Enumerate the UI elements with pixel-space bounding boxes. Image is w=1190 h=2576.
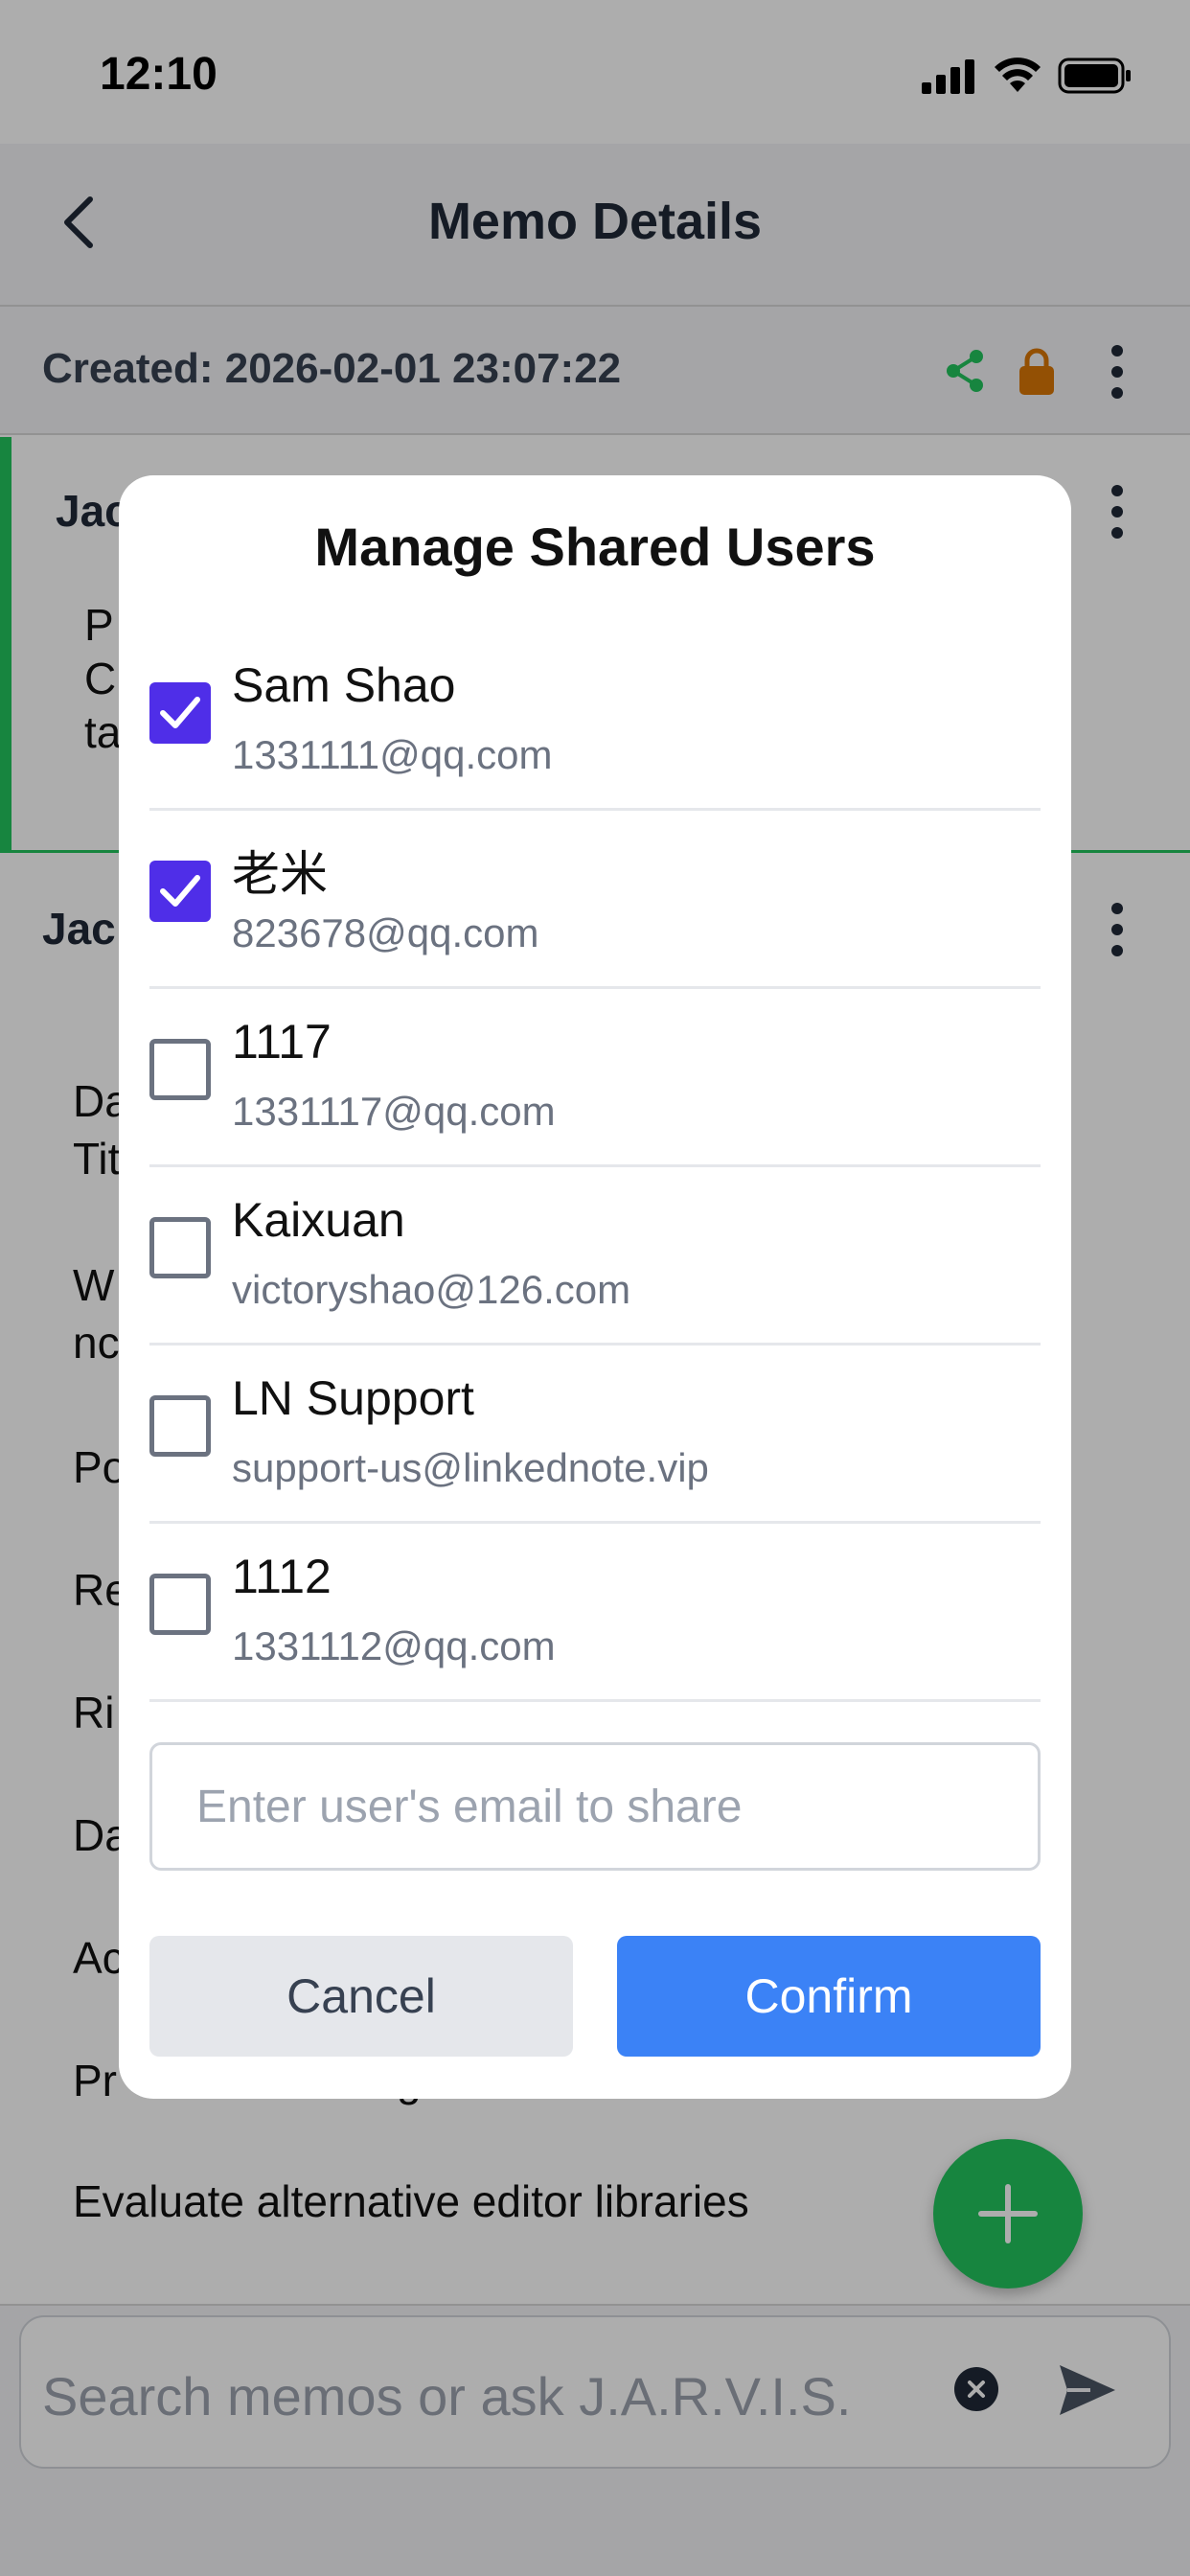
user-email: 1331117@qq.com bbox=[232, 1089, 556, 1134]
modal-title: Manage Shared Users bbox=[314, 517, 876, 577]
shared-user-row[interactable]: LN Support support-us@linkednote.vip bbox=[149, 1346, 1041, 1524]
user-name: 老米 bbox=[232, 847, 328, 901]
user-name: Kaixuan bbox=[232, 1193, 405, 1247]
user-checkbox-unchecked[interactable] bbox=[149, 1574, 211, 1635]
shared-user-row[interactable]: 1112 1331112@qq.com bbox=[149, 1524, 1041, 1702]
confirm-button[interactable]: Confirm bbox=[617, 1936, 1041, 2057]
user-checkbox-unchecked[interactable] bbox=[149, 1217, 211, 1278]
shared-user-row[interactable]: Kaixuan victoryshao@126.com bbox=[149, 1167, 1041, 1346]
user-email: victoryshao@126.com bbox=[232, 1267, 631, 1312]
cancel-button[interactable]: Cancel bbox=[149, 1936, 573, 2057]
shared-user-row[interactable]: 老米 823678@qq.com bbox=[149, 811, 1041, 989]
user-email: support-us@linkednote.vip bbox=[232, 1445, 709, 1490]
shared-user-row[interactable]: Sam Shao 1331111@qq.com bbox=[149, 632, 1041, 811]
checkmark-icon bbox=[160, 875, 200, 907]
user-name: LN Support bbox=[232, 1371, 474, 1425]
user-name: Sam Shao bbox=[232, 658, 456, 712]
share-email-input[interactable] bbox=[149, 1742, 1041, 1871]
user-name: 1117 bbox=[232, 1015, 332, 1069]
user-email: 1331111@qq.com bbox=[232, 732, 553, 777]
shared-user-row[interactable]: 1117 1331117@qq.com bbox=[149, 989, 1041, 1167]
user-checkbox-checked[interactable] bbox=[149, 682, 211, 744]
user-checkbox-unchecked[interactable] bbox=[149, 1039, 211, 1100]
user-checkbox-checked[interactable] bbox=[149, 861, 211, 922]
user-checkbox-unchecked[interactable] bbox=[149, 1395, 211, 1457]
user-email: 823678@qq.com bbox=[232, 910, 539, 955]
user-email: 1331112@qq.com bbox=[232, 1623, 556, 1668]
user-name: 1112 bbox=[232, 1550, 332, 1603]
checkmark-icon bbox=[160, 697, 200, 728]
